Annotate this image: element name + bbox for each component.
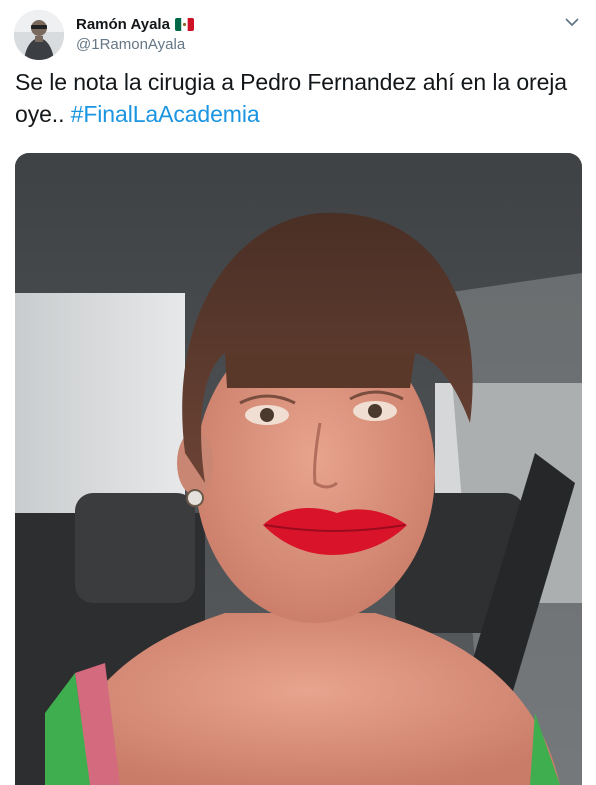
avatar[interactable]	[14, 10, 64, 60]
media-photo	[15, 153, 582, 785]
tweet-text: Se le nota la cirugia a Pedro Fernandez …	[15, 66, 581, 130]
chevron-down-icon[interactable]	[562, 12, 582, 32]
tweet-media[interactable]	[15, 153, 582, 785]
display-name-row: Ramón Ayala	[76, 15, 194, 34]
display-name[interactable]: Ramón Ayala	[76, 15, 170, 34]
mexico-flag-icon	[174, 18, 194, 31]
author-info: Ramón Ayala @1RamonAyala	[76, 15, 194, 55]
tweet-card: Ramón Ayala @1RamonAyala Se le nota la c…	[0, 0, 596, 785]
author-handle[interactable]: @1RamonAyala	[76, 35, 194, 55]
tweet-header: Ramón Ayala @1RamonAyala	[14, 10, 582, 60]
hashtag-link[interactable]: #FinalLaAcademia	[71, 101, 260, 127]
